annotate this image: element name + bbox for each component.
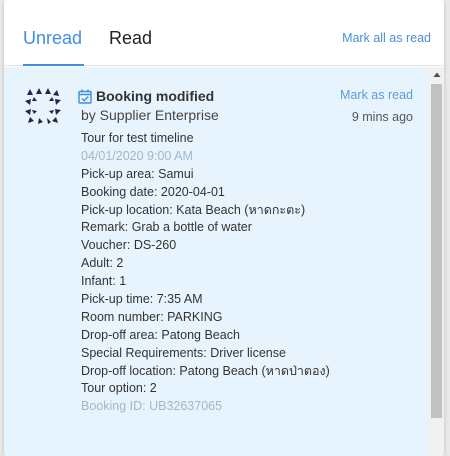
supplier-avatar — [25, 88, 61, 124]
scrollbar-thumb[interactable] — [431, 84, 442, 418]
detail-line-pickup-location: Pick-up location: Kata Beach (หาดกะตะ) — [81, 202, 306, 217]
tab-unread[interactable]: Unread — [23, 28, 82, 48]
detail-line-pickup-area: Pick-up area: Samui — [81, 166, 194, 181]
detail-line-tour-option: Tour option: 2 — [81, 381, 157, 396]
notification-author: by Supplier Enterprise — [81, 107, 219, 123]
detail-line-room-number: Room number: PARKING — [81, 309, 223, 324]
scroll-up-arrow-icon[interactable] — [429, 67, 444, 82]
mark-as-read-link[interactable]: Mark as read — [340, 88, 413, 102]
vertical-scrollbar[interactable] — [429, 67, 444, 456]
notification-title: Booking modified — [96, 88, 215, 104]
calendar-check-icon — [78, 89, 92, 104]
notification-list: Booking modified by Supplier Enterprise … — [4, 67, 444, 456]
detail-line-booking-id: Booking ID: UB32637065 — [81, 399, 223, 414]
detail-line-datetime: 04/01/2020 9:00 AM — [81, 148, 193, 163]
detail-line-adult: Adult: 2 — [81, 256, 124, 271]
active-tab-indicator — [23, 64, 84, 66]
detail-line-remark: Remark: Grab a bottle of water — [81, 220, 252, 235]
detail-line-tour-name: Tour for test timeline — [81, 131, 194, 145]
detail-line-booking-date: Booking date: 2020-04-01 — [81, 184, 225, 199]
notification-item[interactable]: Booking modified by Supplier Enterprise … — [4, 67, 429, 456]
detail-line-dropoff-area: Drop-off area: Patong Beach — [81, 327, 240, 342]
detail-line-dropoff-location: Drop-off location: Patong Beach (หาดป่าต… — [81, 363, 330, 378]
detail-line-special-requirements: Special Requirements: Driver license — [81, 345, 286, 360]
notification-timestamp: 9 mins ago — [351, 110, 413, 124]
detail-line-infant: Infant: 1 — [81, 274, 127, 289]
notification-details: Tour for test timeline 04/01/2020 9:00 A… — [81, 130, 330, 416]
notification-title-row: Booking modified — [78, 88, 214, 104]
tab-read[interactable]: Read — [109, 28, 152, 48]
mark-all-as-read-link[interactable]: Mark all as read — [342, 31, 431, 45]
detail-line-pickup-time: Pick-up time: 7:35 AM — [81, 292, 203, 307]
detail-line-voucher: Voucher: DS-260 — [81, 238, 177, 253]
tab-bar: Unread Read Mark all as read — [4, 0, 444, 66]
notifications-panel: Unread Read Mark all as read Booking mod… — [4, 0, 444, 456]
